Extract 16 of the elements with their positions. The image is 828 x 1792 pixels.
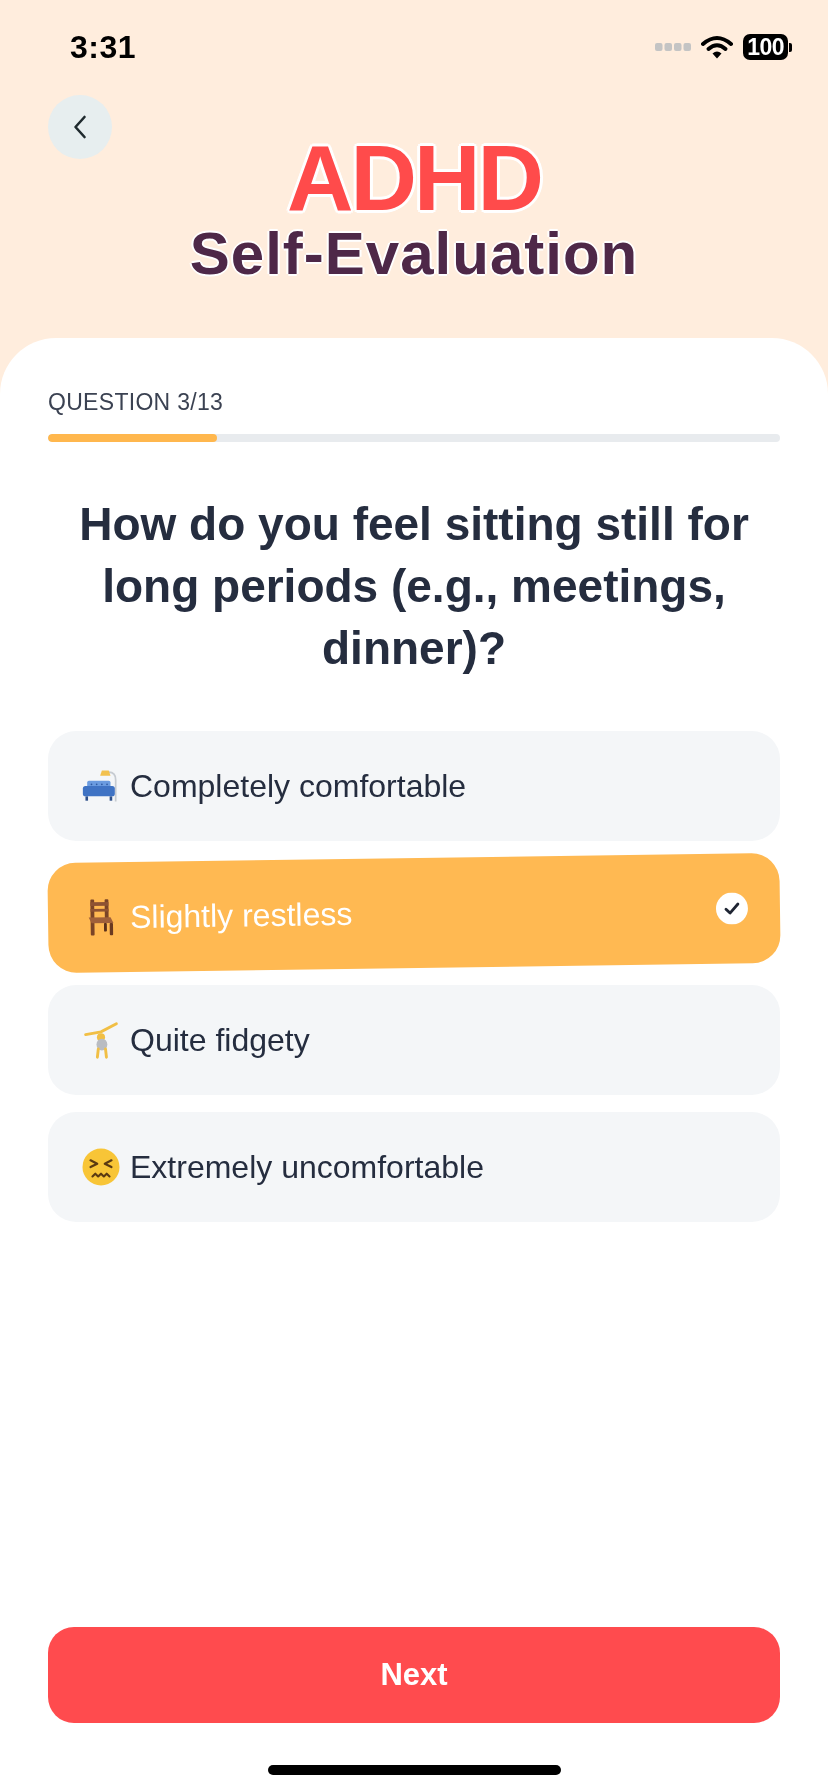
answer-option[interactable]: Extremely uncomfortable xyxy=(48,1112,780,1222)
answer-option[interactable]: Quite fidgety xyxy=(48,985,780,1095)
couch-lamp-icon xyxy=(82,767,120,805)
wifi-icon xyxy=(701,35,734,59)
question-text: How do you feel sitting still for long periods (e.g., meetings, dinner)? xyxy=(78,497,750,676)
answer-option[interactable]: Completely comfortable xyxy=(48,731,780,841)
status-time: 3:31 xyxy=(70,28,137,66)
back-icon xyxy=(73,115,87,139)
confounded-face-icon xyxy=(82,1148,120,1186)
question-counter: QUESTION 3/13 xyxy=(48,388,224,416)
cellular-signal-icon xyxy=(655,43,692,51)
checkmark-icon xyxy=(715,892,749,925)
app-subtitle: Self-Evaluation xyxy=(189,222,639,286)
app-title: ADHD xyxy=(287,134,541,222)
battery-indicator: 100 xyxy=(743,34,792,60)
cartwheel-figure-icon xyxy=(82,1021,120,1059)
